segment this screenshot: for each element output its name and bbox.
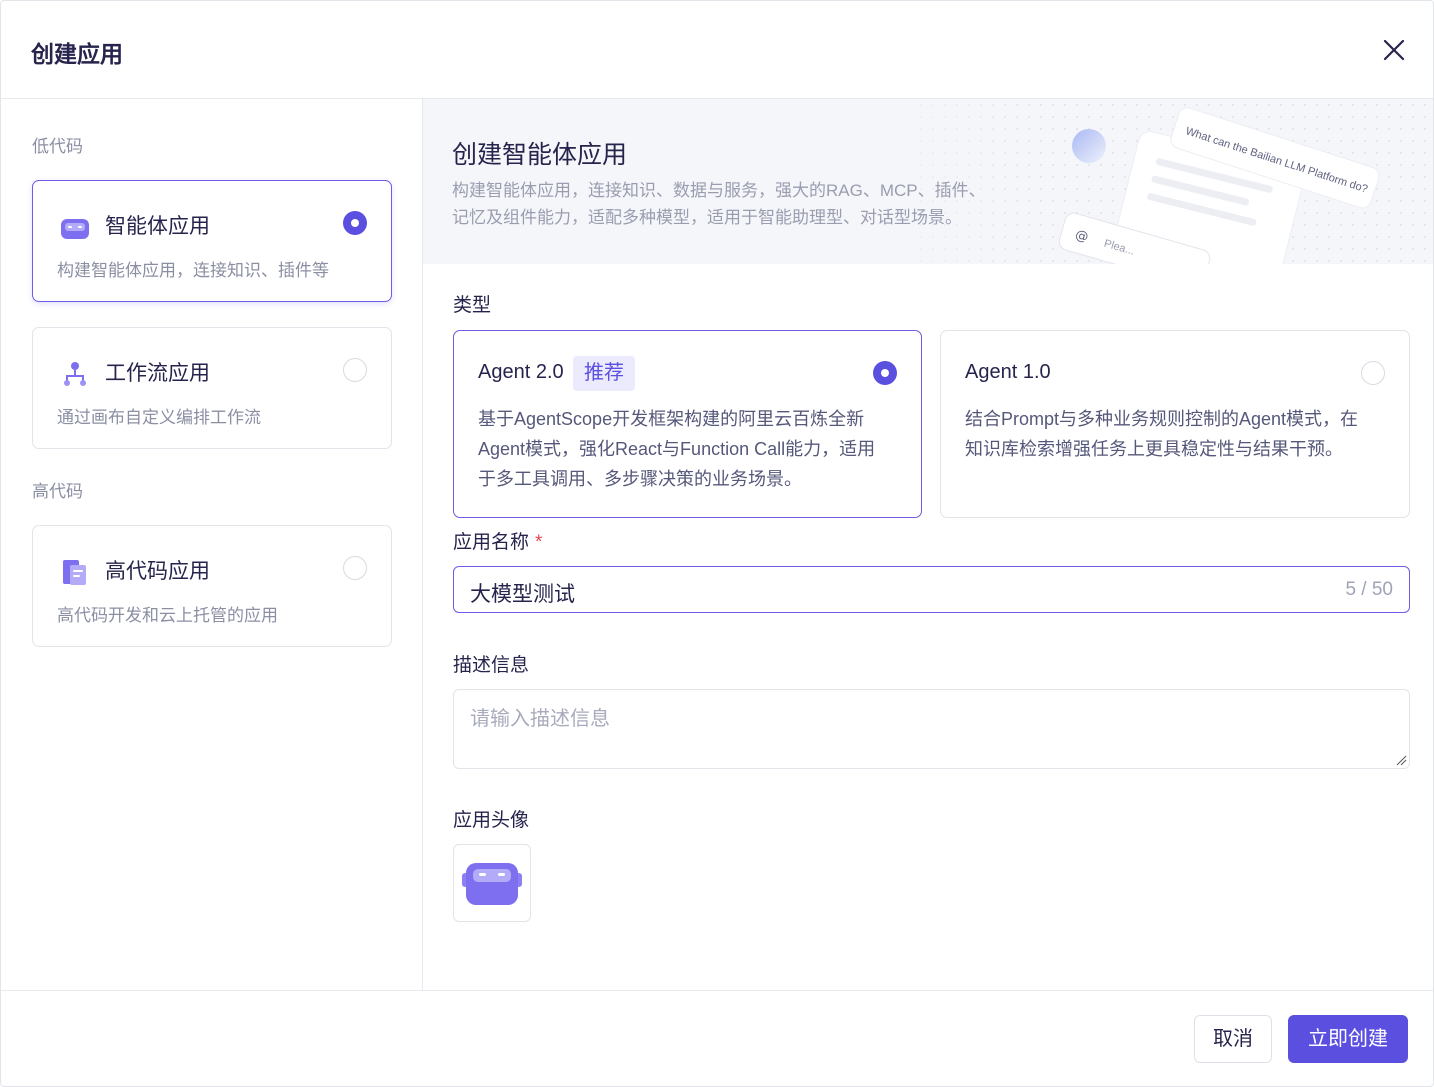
- high-code-label: 高代码: [32, 482, 83, 501]
- agent-app-radio[interactable]: [343, 211, 367, 235]
- high-code-app-radio[interactable]: [343, 556, 367, 580]
- high-code-app-card[interactable]: 高代码应用 高代码开发和云上托管的应用: [32, 525, 392, 647]
- high-code-app-desc: 高代码开发和云上托管的应用: [57, 606, 278, 625]
- agent-app-card[interactable]: 智能体应用 构建智能体应用，连接知识、插件等: [32, 180, 392, 302]
- dialog-header: 创建应用: [1, 1, 1433, 99]
- app-name-label-text: 应用名称: [453, 532, 530, 553]
- banner-desc-line-2: 记忆及组件能力，适配多种模型，适用于智能助理型、对话型场景。: [452, 208, 962, 227]
- description-placeholder: 请输入描述信息: [470, 708, 610, 730]
- workflow-app-desc: 通过画布自定义编排工作流: [57, 408, 261, 427]
- agent-1-desc: 结合Prompt与多种业务规则控制的Agent模式，在 知识库检索增强任务上更具…: [965, 404, 1358, 464]
- code-file-icon: [63, 560, 86, 585]
- char-counter: 5 / 50: [1345, 579, 1393, 600]
- low-code-label: 低代码: [32, 137, 83, 156]
- agent-2-desc-line-1: 基于AgentScope开发框架构建的阿里云百炼全新: [478, 409, 865, 429]
- workflow-app-title: 工作流应用: [105, 362, 210, 385]
- agent-2-desc: 基于AgentScope开发框架构建的阿里云百炼全新 Agent模式，强化Rea…: [478, 404, 875, 494]
- agent-2-radio[interactable]: [873, 361, 897, 385]
- agent-2-title: Agent 2.0: [478, 361, 564, 383]
- app-type-sidebar: 低代码 智能体应用 构建智能体应用，连接知识、插件等 工作流应用 通过画布自定义…: [1, 99, 423, 990]
- description-label: 描述信息: [453, 655, 530, 676]
- dialog-title: 创建应用: [31, 41, 123, 67]
- banner-desc-line-1: 构建智能体应用，连接知识、数据与服务，强大的RAG、MCP、插件、: [452, 181, 986, 200]
- banner-title: 创建智能体应用: [452, 141, 628, 169]
- banner-description: 构建智能体应用，连接知识、数据与服务，强大的RAG、MCP、插件、 记忆及组件能…: [452, 177, 1032, 231]
- dialog-footer: 取消 立即创建: [1, 990, 1433, 1086]
- app-form-panel: What can the Bailian LLM Platform do? @ …: [423, 99, 1433, 990]
- close-icon[interactable]: [1381, 37, 1407, 63]
- high-code-app-title: 高代码应用: [105, 560, 210, 583]
- description-textarea[interactable]: 请输入描述信息: [453, 689, 1410, 769]
- create-app-dialog: 创建应用 低代码 智能体应用 构建智能体应用，连接知识、插件等 工作流应用 通过…: [0, 0, 1434, 1087]
- agent-1-desc-line-2: 知识库检索增强任务上更具稳定性与结果干预。: [965, 439, 1343, 459]
- agent-1-card[interactable]: Agent 1.0 结合Prompt与多种业务规则控制的Agent模式，在 知识…: [940, 330, 1410, 518]
- agent-app-title: 智能体应用: [105, 215, 210, 238]
- type-label: 类型: [453, 295, 492, 316]
- agent-banner: What can the Bailian LLM Platform do? @ …: [423, 99, 1433, 264]
- agent-2-card[interactable]: Agent 2.0 推荐 基于AgentScope开发框架构建的阿里云百炼全新 …: [453, 330, 922, 518]
- agent-2-desc-line-2: Agent模式，强化React与Function Call能力，适用: [478, 439, 876, 459]
- agent-1-radio[interactable]: [1361, 361, 1385, 385]
- agent-1-title: Agent 1.0: [965, 361, 1051, 383]
- workflow-app-radio[interactable]: [343, 358, 367, 382]
- app-avatar-picker[interactable]: [453, 844, 531, 922]
- agent-2-desc-line-3: 于多工具调用、多步骤决策的业务场景。: [478, 469, 802, 489]
- create-button[interactable]: 立即创建: [1288, 1015, 1408, 1063]
- agent-app-desc: 构建智能体应用，连接知识、插件等: [57, 261, 329, 280]
- agent-icon: [61, 219, 89, 239]
- banner-illustration: What can the Bailian LLM Platform do? @ …: [1058, 107, 1380, 264]
- avatar-label: 应用头像: [453, 810, 530, 831]
- app-name-value[interactable]: 大模型测试: [470, 578, 575, 608]
- workflow-icon: [64, 362, 86, 386]
- workflow-app-card[interactable]: 工作流应用 通过画布自定义编排工作流: [32, 327, 392, 449]
- cancel-button[interactable]: 取消: [1194, 1015, 1272, 1063]
- required-mark: *: [535, 532, 543, 553]
- robot-avatar-icon: [462, 863, 522, 905]
- app-name-label: 应用名称 *: [453, 527, 542, 554]
- resize-handle-icon[interactable]: [1395, 754, 1407, 766]
- agent-1-desc-line-1: 结合Prompt与多种业务规则控制的Agent模式，在: [965, 409, 1359, 429]
- recommend-badge: 推荐: [573, 356, 635, 391]
- app-name-input[interactable]: 大模型测试 5 / 50: [453, 566, 1410, 613]
